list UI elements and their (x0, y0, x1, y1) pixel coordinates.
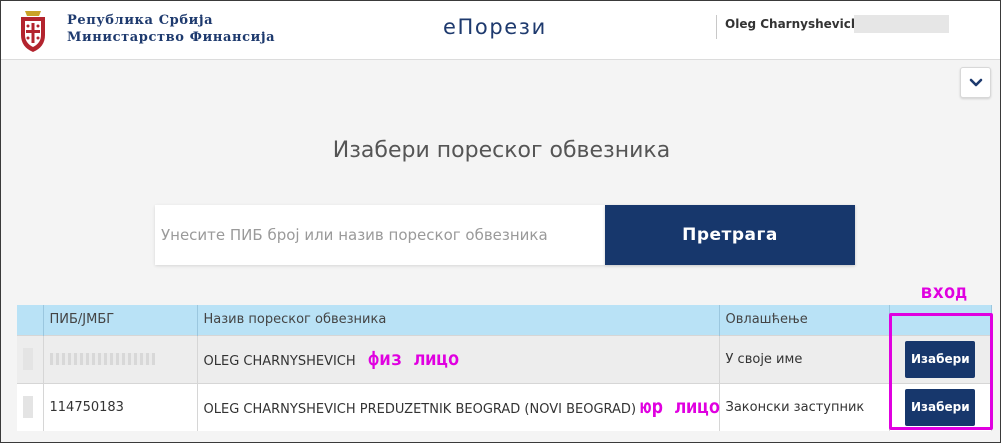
column-header-pib: ПИБ/ЈМБГ (43, 305, 198, 335)
row-index-cell (17, 382, 44, 431)
pib-redacted (49, 353, 155, 365)
taxpayer-search-input[interactable] (155, 205, 605, 265)
header-divider (716, 15, 717, 39)
ministry-name: Република Србија Министарство Финансија (67, 12, 275, 46)
taxpayer-name: OLEG CHARNYSHEVICH PREDUZETNIK BEOGRAD (… (203, 402, 637, 418)
app-window: Република Србија Министарство Финансија … (0, 0, 1001, 443)
column-header-index (17, 305, 44, 335)
user-id-redacted (854, 15, 949, 33)
page-title: Изабери пореског обвезника (332, 138, 671, 163)
top-header: Република Србија Министарство Финансија … (1, 1, 1000, 60)
taxpayer-table: ПИБ/ЈМБГ Назив пореског обвезника Овлашћ… (17, 305, 992, 431)
annotation-legal: юр лицо (640, 396, 721, 419)
user-name[interactable]: Oleg Charnyshevich, (725, 17, 864, 31)
annotation-entry: вход (921, 281, 967, 303)
row-index-redacted (23, 348, 33, 370)
authorization-cell: У своје име (719, 334, 890, 383)
pib-cell: 114750183 (43, 382, 198, 431)
eporezi-logo[interactable]: еПорези (443, 15, 547, 39)
table-row[interactable]: OLEG CHARNYSHEVICH физ лицо У своје име … (17, 334, 992, 383)
row-index-cell (17, 334, 44, 383)
authorization-cell: Законски заступник (719, 382, 890, 431)
taxpayer-name: OLEG CHARNYSHEVICH (203, 354, 356, 369)
pib-cell (43, 334, 198, 383)
table-row[interactable]: 114750183 OLEG CHARNYSHEVICH PREDUZETNIK… (17, 382, 992, 431)
taxpayer-name-cell: OLEG CHARNYSHEVICH физ лицо (197, 334, 720, 383)
chevron-down-icon (969, 78, 982, 86)
coat-of-arms-icon (21, 11, 45, 52)
annotation-individual: физ лицо (367, 348, 460, 370)
ministry-line-2: Министарство Финансија (67, 30, 276, 45)
row-index-redacted (23, 396, 33, 419)
column-header-authorization: Овлашћење (719, 305, 890, 335)
taxpayer-name-cell: OLEG CHARNYSHEVICH PREDUZETNIK BEOGRAD (… (197, 382, 721, 431)
collapse-toggle-button[interactable] (960, 67, 991, 98)
search-button[interactable]: Претрага (605, 205, 855, 265)
column-header-name: Назив пореског обвезника (197, 305, 720, 335)
annotation-highlight-box (889, 313, 993, 430)
ministry-line-1: Република Србија (67, 13, 214, 28)
table-header-row: ПИБ/ЈМБГ Назив пореског обвезника Овлашћ… (17, 305, 992, 335)
